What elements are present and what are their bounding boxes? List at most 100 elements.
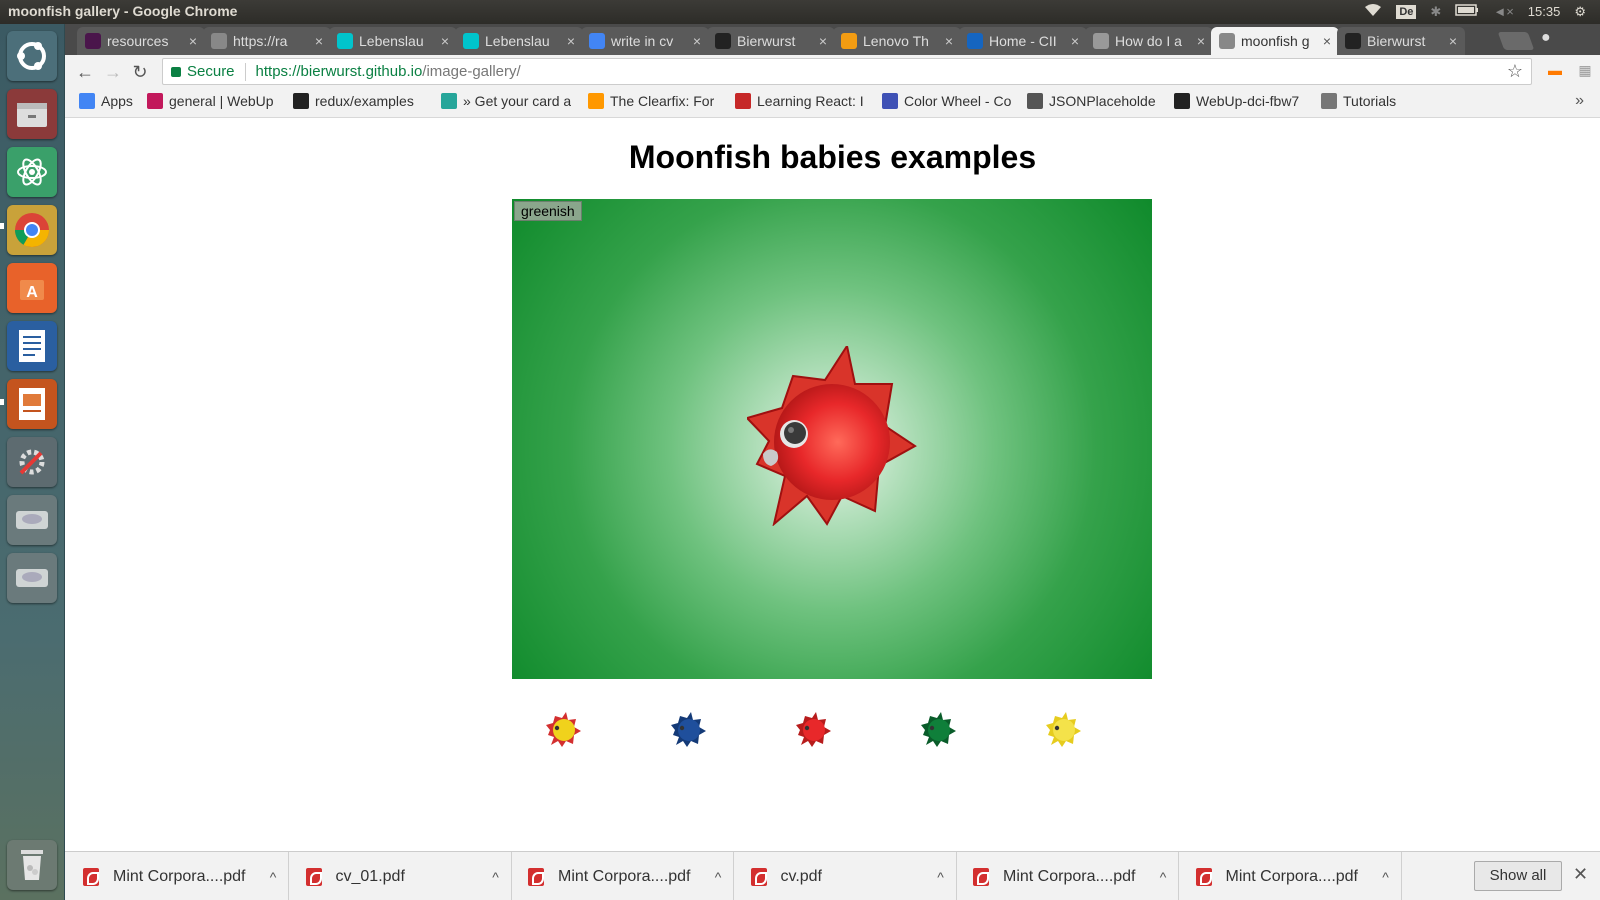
browser-tab[interactable]: Lebenslau ×	[329, 27, 457, 55]
keyboard-layout-indicator[interactable]: De	[1396, 4, 1417, 19]
browser-tab[interactable]: moonfish g ×	[1211, 27, 1339, 55]
chevron-up-icon[interactable]: ^	[1148, 869, 1178, 885]
chevron-up-icon[interactable]: ^	[926, 869, 956, 885]
download-filename: Mint Corpora....pdf	[1225, 867, 1359, 885]
tab-close-icon[interactable]: ×	[819, 33, 827, 49]
google-icon	[589, 33, 605, 49]
software-center-icon[interactable]: A	[7, 263, 57, 313]
thumbnail-blue[interactable]	[671, 711, 707, 747]
tab-close-icon[interactable]: ×	[441, 33, 449, 49]
browser-tab[interactable]: Lenovo Th ×	[833, 27, 961, 55]
apps-grid-icon	[79, 93, 95, 109]
tab-close-icon[interactable]: ×	[945, 33, 953, 49]
browser-tab[interactable]: Bierwurst ×	[707, 27, 835, 55]
settings-gear-icon[interactable]: ⚙	[1574, 4, 1586, 20]
forward-button[interactable]: →	[101, 60, 125, 84]
show-all-button[interactable]: Show all	[1474, 861, 1562, 891]
tab-close-icon[interactable]: ×	[693, 33, 701, 49]
profile-icon[interactable]: ●	[1541, 29, 1551, 47]
chevron-up-icon[interactable]: ^	[703, 869, 733, 885]
bookmark-item[interactable]: Apps	[79, 93, 133, 109]
url-path: /image-gallery/	[422, 63, 521, 80]
bookmark-item[interactable]: Tutorials	[1321, 93, 1396, 109]
bookmark-label: » Get your card a	[463, 93, 572, 109]
files-icon[interactable]	[7, 89, 57, 139]
thumbnail-green[interactable]	[921, 711, 957, 747]
thumbnail-yellow-red[interactable]	[546, 711, 582, 747]
tab-close-icon[interactable]: ×	[1323, 33, 1331, 49]
more-bookmarks-icon[interactable]: »	[1575, 92, 1584, 110]
disk-drive-icon[interactable]	[7, 495, 57, 545]
tab-close-icon[interactable]: ×	[1071, 33, 1079, 49]
download-item[interactable]: Mint Corpora....pdf ^	[955, 852, 1179, 900]
atom-editor-icon[interactable]	[7, 147, 57, 197]
bookmark-item[interactable]: general | WebUp	[147, 93, 274, 109]
ubuntu-dash-icon[interactable]	[7, 31, 57, 81]
new-tab-button[interactable]	[1497, 32, 1535, 50]
browser-tab[interactable]: Bierwurst ×	[1337, 27, 1465, 55]
close-icon[interactable]: ✕	[1573, 864, 1588, 885]
bookmark-item[interactable]: WebUp-dci-fbw7	[1174, 93, 1299, 109]
volume-muted-icon[interactable]: ◄×	[1493, 4, 1513, 19]
bookmark-label: WebUp-dci-fbw7	[1196, 93, 1300, 109]
bookmark-label: Learning React: I	[757, 93, 864, 109]
browser-tab[interactable]: How do I a ×	[1085, 27, 1213, 55]
thumbnail-red[interactable]	[796, 711, 832, 747]
browser-tab[interactable]: Home - CII ×	[959, 27, 1087, 55]
libreoffice-writer-icon[interactable]	[7, 321, 57, 371]
chrome-icon[interactable]	[7, 205, 57, 255]
thumbnail-yellow[interactable]	[1046, 711, 1082, 747]
downloads-shelf: Mint Corpora....pdf ^ cv_01.pdf ^ Mint Corpo…	[65, 851, 1600, 900]
browser-tab[interactable]: https://ra ×	[203, 27, 331, 55]
browser-tab[interactable]: resources ×	[77, 27, 205, 55]
page-content: Moonfish babies examples greenish	[65, 118, 1600, 851]
download-filename: Mint Corpora....pdf	[558, 867, 691, 885]
download-item[interactable]: Mint Corpora....pdf ^	[510, 852, 734, 900]
pdf-file-icon	[750, 867, 767, 886]
address-bar[interactable]: Secure https://bierwurst.github.io/image…	[162, 58, 1532, 85]
tab-close-icon[interactable]: ×	[567, 33, 575, 49]
tab-close-icon[interactable]: ×	[315, 33, 323, 49]
system-settings-icon[interactable]	[7, 437, 57, 487]
download-filename: cv.pdf	[780, 867, 823, 885]
wifi-icon[interactable]	[1364, 3, 1382, 20]
chevron-up-icon[interactable]: ^	[1371, 869, 1401, 885]
download-item[interactable]: Mint Corpora....pdf ^	[1178, 852, 1402, 900]
battery-icon[interactable]	[1455, 4, 1479, 19]
tab-close-icon[interactable]: ×	[1197, 33, 1205, 49]
bookmark-label: general | WebUp	[169, 93, 274, 109]
main-image[interactable]: greenish	[512, 199, 1152, 679]
libreoffice-impress-icon[interactable]	[7, 379, 57, 429]
reload-button[interactable]: ↻	[128, 60, 152, 84]
bookmark-label: redux/examples	[315, 93, 414, 109]
color-wheel-icon	[882, 93, 898, 109]
bookmark-item[interactable]: » Get your card a	[441, 93, 571, 109]
download-item[interactable]: cv.pdf ^	[733, 852, 957, 900]
url-host: https://bierwurst.github.io	[255, 63, 423, 80]
clock[interactable]: 15:35	[1528, 4, 1561, 19]
lock-icon	[171, 66, 181, 77]
download-item[interactable]: cv_01.pdf ^	[288, 852, 512, 900]
bookmark-item[interactable]: JSONPlaceholde	[1027, 93, 1156, 109]
bookmark-star-icon[interactable]: ☆	[1507, 61, 1523, 82]
chevron-up-icon[interactable]: ^	[258, 869, 288, 885]
tab-close-icon[interactable]: ×	[189, 33, 197, 49]
browser-tab[interactable]: Lebenslau ×	[455, 27, 583, 55]
bookmark-item[interactable]: Color Wheel - Co	[882, 93, 1011, 109]
download-filename: Mint Corpora....pdf	[113, 867, 246, 885]
bookmark-item[interactable]: redux/examples	[293, 93, 414, 109]
browser-tab[interactable]: write in cv ×	[581, 27, 709, 55]
bluetooth-icon[interactable]: ✱	[1430, 4, 1441, 20]
back-button[interactable]: ←	[73, 60, 97, 84]
tab-close-icon[interactable]: ×	[1449, 33, 1457, 49]
bookmark-item[interactable]: Learning React: I	[735, 93, 864, 109]
bookmark-item[interactable]: The Clearfix: For	[588, 93, 714, 109]
trash-icon[interactable]	[7, 840, 57, 890]
chevron-up-icon[interactable]: ^	[481, 869, 511, 885]
disk-drive-icon[interactable]	[7, 553, 57, 603]
tab-label: https://ra	[233, 33, 288, 49]
extension-icon[interactable]: ▬	[1546, 62, 1564, 80]
extension-icon[interactable]: ▦	[1576, 62, 1594, 80]
pdf-file-icon	[528, 867, 544, 886]
download-item[interactable]: Mint Corpora....pdf ^	[65, 852, 289, 900]
